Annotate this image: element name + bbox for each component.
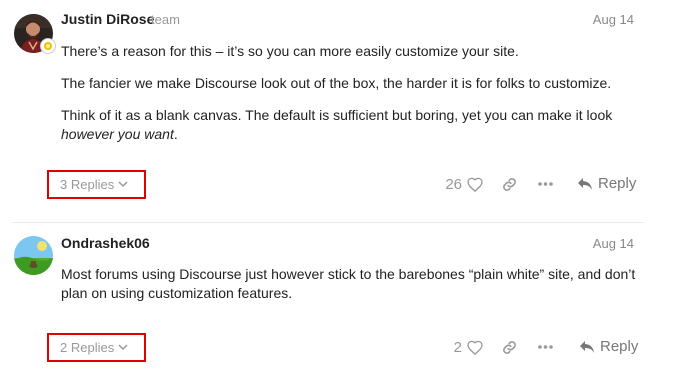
reply-icon [579,340,595,354]
ellipsis-icon[interactable] [536,338,554,356]
heart-icon[interactable] [466,338,484,356]
ellipsis-icon[interactable] [536,175,554,193]
post-date[interactable]: Aug 14 [593,236,634,251]
link-icon[interactable] [500,175,518,193]
reply-label: Reply [600,338,639,355]
post-ondrashek: Ondrashek06 Aug 14 Most forums using Dis… [0,222,690,380]
paragraph-text: . [173,126,178,142]
username[interactable]: Ondrashek06 [61,235,150,251]
post-body: There’s a reason for this – it’s so you … [61,42,641,157]
post-paragraph: The fancier we make Discourse look out o… [61,75,612,91]
post-paragraph: Most forums using Discourse just however… [61,266,636,301]
avatar[interactable] [14,236,53,275]
emphasis-text: however you want [61,126,174,142]
show-replies-button[interactable]: 3 Replies [47,170,146,199]
username[interactable]: Justin DiRose [61,11,154,27]
reply-label: Reply [598,175,637,192]
like-count[interactable]: 26 [440,176,462,193]
post-paragraph: There’s a reason for this – it’s so you … [61,43,519,59]
chevron-down-icon [118,181,128,188]
replies-label: 3 Replies [60,177,115,192]
reply-button[interactable]: Reply [577,175,636,192]
like-count[interactable]: 2 [440,339,462,356]
reply-icon [577,177,593,191]
flair-badge-icon [40,38,56,54]
post-body: Most forums using Discourse just however… [61,265,641,316]
link-icon[interactable] [500,338,518,356]
paragraph-text: Think of it as a blank canvas. The defau… [61,107,613,123]
chevron-down-icon [118,344,128,351]
replies-label: 2 Replies [60,340,115,355]
post-paragraph: Think of it as a blank canvas. The defau… [61,106,641,144]
post-date[interactable]: Aug 14 [593,12,634,27]
heart-icon[interactable] [466,175,484,193]
reply-button[interactable]: Reply [579,338,638,355]
post-justin: Justin DiRose team Aug 14 There’s a reas… [0,0,690,222]
show-replies-button[interactable]: 2 Replies [47,333,146,362]
user-title: team [151,12,180,27]
